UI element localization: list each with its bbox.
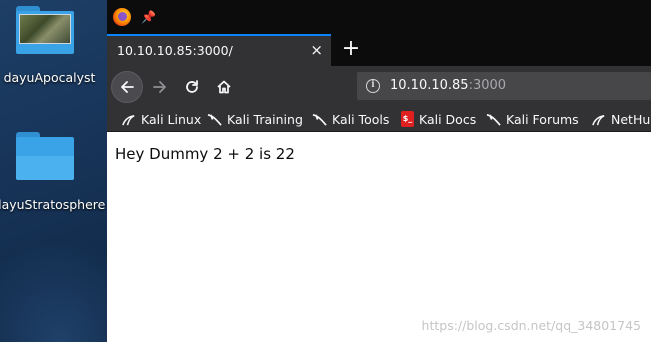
arrow-right-icon (153, 81, 166, 93)
browser-window: 📌 10.10.10.85:3000/ × + i 10.10.10.85:30… (107, 0, 651, 342)
bookmark-kali-tools[interactable]: Kali Tools (312, 110, 389, 128)
bookmark-label: Kali Tools (332, 111, 390, 127)
address-bar[interactable]: i 10.10.10.85:3000 (357, 72, 651, 100)
kali-dragon-icon (592, 114, 605, 125)
bookmark-label: Kali Linux (141, 111, 202, 127)
bookmark-label: Kali Forums (506, 111, 579, 127)
address-host: 10.10.10.85 (390, 78, 469, 93)
back-button[interactable] (111, 71, 143, 103)
watermark-text: https://blog.csdn.net/qq_34801745 (421, 318, 641, 333)
new-tab-button[interactable]: + (339, 37, 363, 61)
pin-icon: 📌 (141, 10, 156, 24)
address-text: 10.10.10.85:3000 (390, 78, 506, 93)
info-icon[interactable]: i (366, 79, 380, 93)
desktop-folder-label: dayuStratosphere (0, 197, 106, 212)
bookmark-label: Kali Docs (419, 111, 477, 127)
bookmark-kali-docs[interactable]: $_ Kali Docs (401, 110, 476, 128)
forward-button[interactable] (147, 74, 173, 100)
folder-icon (16, 6, 74, 54)
tab-title: 10.10.10.85:3000/ (117, 43, 233, 58)
navigation-toolbar: i 10.10.10.85:3000 (107, 66, 651, 106)
kali-docs-icon: $_ (401, 111, 414, 127)
desktop-folder-label: dayuApocalyst (3, 70, 96, 85)
home-icon (217, 80, 231, 94)
kali-dragon-icon (122, 114, 135, 125)
page-body-text: Hey Dummy 2 + 2 is 22 (115, 145, 295, 163)
close-tab-icon[interactable]: × (310, 41, 323, 59)
folder-icon (16, 132, 74, 180)
bookmark-nethunter[interactable]: NetHu (591, 110, 650, 128)
bookmark-label: NetHu (611, 111, 651, 127)
bookmarks-toolbar: Kali Linux Kali Training Kali Tools $_ K… (107, 106, 651, 132)
bookmark-label: Kali Training (227, 111, 303, 127)
pinned-tabs-strip: 📌 (107, 0, 651, 34)
reload-button[interactable] (179, 74, 205, 100)
tab-bar: 10.10.10.85:3000/ × + (107, 34, 651, 66)
bookmark-kali-forums[interactable]: Kali Forums (486, 110, 579, 128)
bookmark-kali-training[interactable]: Kali Training (207, 110, 303, 128)
desktop: dayuApocalyst dayuStratosphere (0, 0, 107, 342)
firefox-logo-icon (113, 8, 131, 26)
bookmark-kali-linux[interactable]: Kali Linux (121, 110, 201, 128)
address-port: :3000 (468, 78, 507, 93)
arrow-left-icon (121, 81, 134, 93)
pinned-tab[interactable]: 📌 (107, 0, 157, 34)
kali-dragon-icon (486, 113, 501, 126)
kali-dragon-icon (207, 113, 222, 126)
tab-active[interactable]: 10.10.10.85:3000/ × (107, 34, 331, 66)
home-button[interactable] (211, 74, 237, 100)
reload-icon (186, 80, 198, 93)
page-content: Hey Dummy 2 + 2 is 22 https://blog.csdn.… (107, 133, 651, 342)
kali-dragon-icon (312, 113, 327, 126)
